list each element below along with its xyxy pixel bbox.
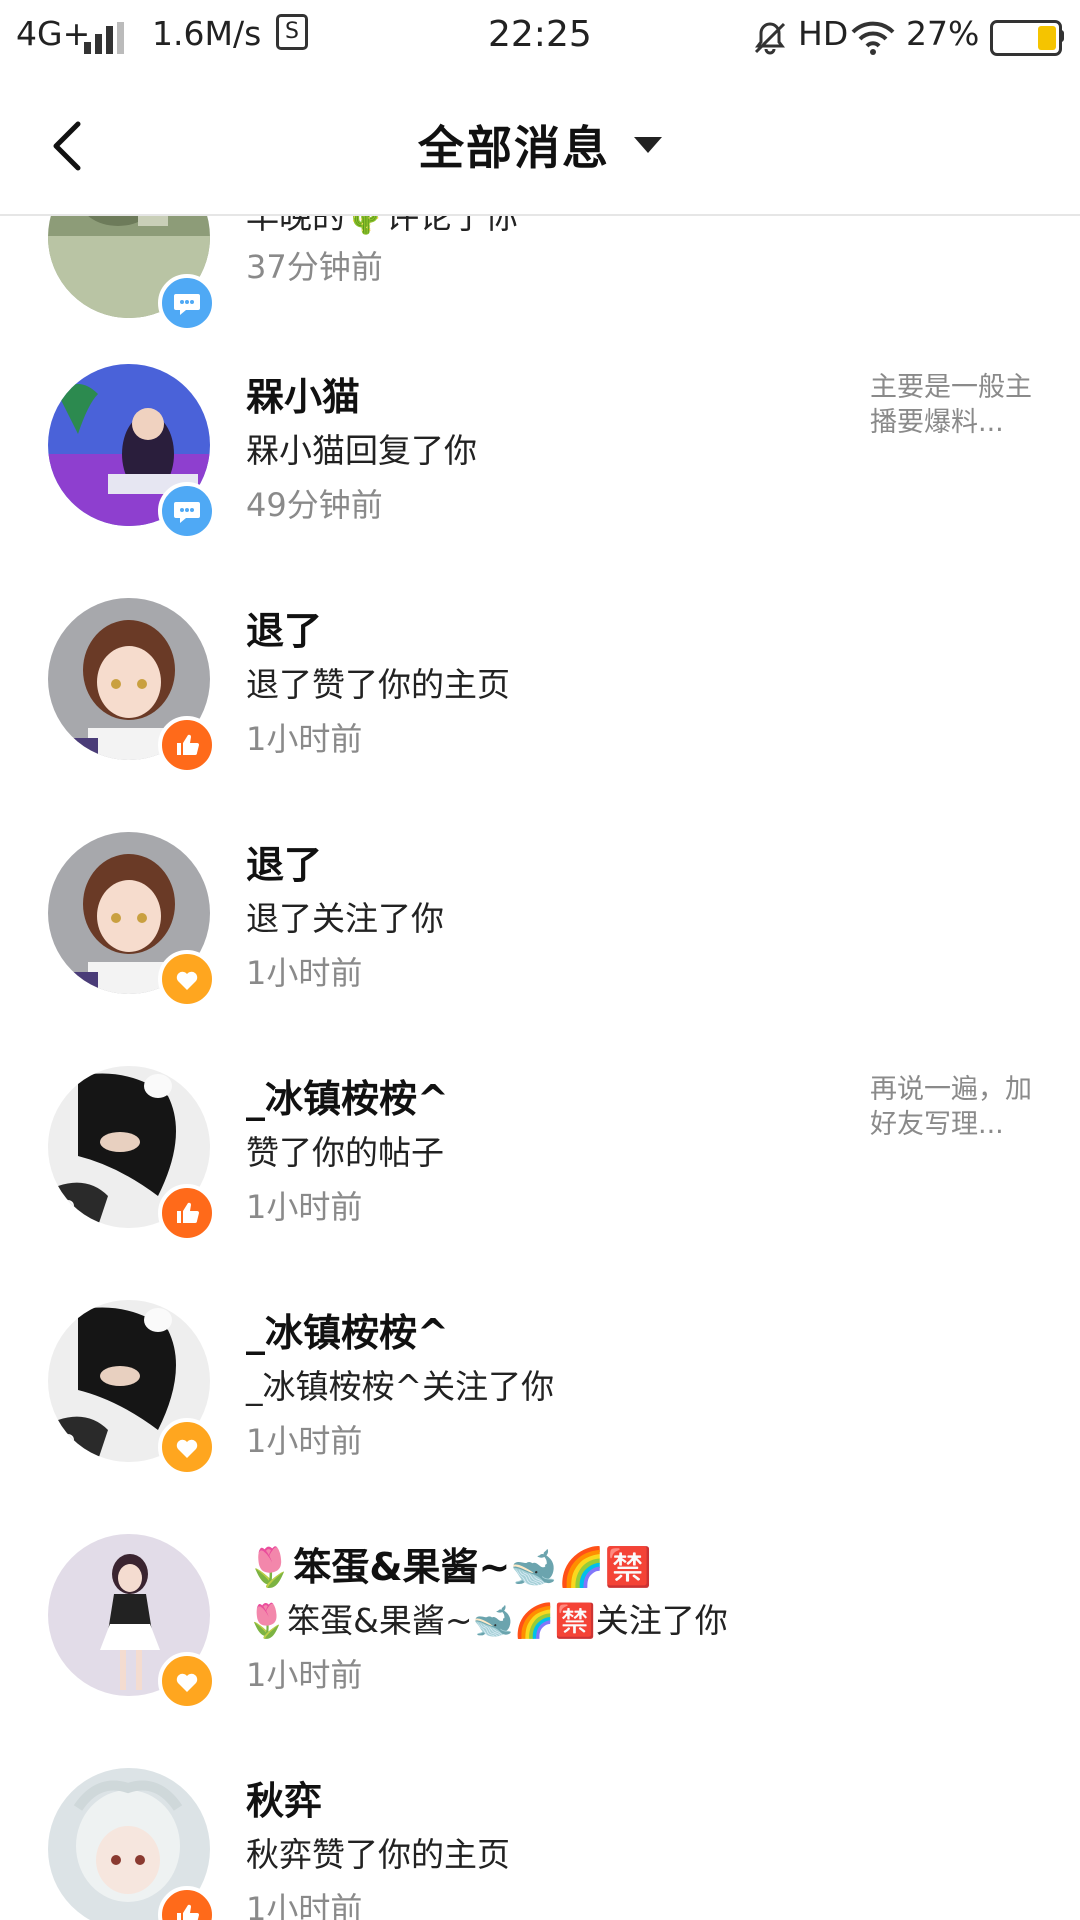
- notification-action: 赞了你的帖子: [246, 1133, 444, 1172]
- notification-username[interactable]: 秋弈: [246, 1770, 322, 1825]
- list-item[interactable]: _冰镇桉桉^ _冰镇桉桉^关注了你 1小时前: [0, 1300, 1080, 1534]
- list-item[interactable]: 秋弈 秋弈赞了你的主页 1小时前: [0, 1768, 1080, 1920]
- hd-indicator: HD: [798, 14, 849, 53]
- network-speed: 1.6M/s: [152, 14, 262, 53]
- notification-time: 1小时前: [246, 1656, 363, 1694]
- notification-time: 1小时前: [246, 720, 363, 758]
- notification-list[interactable]: 早晚的🌵评论了你 37分钟前 槑小猫 槑小猫回复了你 49分钟前 主要是一般主播…: [0, 0, 1080, 1920]
- network-type: 4G+: [16, 14, 91, 53]
- notification-action: 退了关注了你: [246, 899, 444, 938]
- notification-time: 1小时前: [246, 954, 363, 992]
- battery-icon: [990, 20, 1062, 56]
- back-arrow-icon[interactable]: [40, 114, 100, 178]
- list-item[interactable]: 🌷笨蛋&果酱~🐋🌈🈲 🌷笨蛋&果酱~🐋🌈🈲关注了你 1小时前: [0, 1534, 1080, 1768]
- notification-action: _冰镇桉桉^关注了你: [246, 1367, 555, 1406]
- notification-action: 🌷笨蛋&果酱~🐋🌈🈲关注了你: [246, 1601, 728, 1640]
- list-item[interactable]: 槑小猫 槑小猫回复了你 49分钟前 主要是一般主播要爆料...: [0, 364, 1080, 598]
- status-bar: 4G+ 1.6M/s S 22:25 HD 27%: [0, 0, 1080, 76]
- page-title: 全部消息: [418, 121, 610, 175]
- notification-username[interactable]: 退了: [246, 834, 322, 889]
- notification-username[interactable]: 退了: [246, 600, 322, 655]
- chevron-down-icon: [634, 137, 662, 153]
- notification-action: 槑小猫回复了你: [246, 431, 477, 470]
- notification-time: 37分钟前: [246, 248, 383, 286]
- message-filter-dropdown[interactable]: 全部消息: [418, 112, 662, 178]
- heart-icon: [158, 1418, 216, 1476]
- comment-icon: [158, 274, 216, 332]
- notification-action: 秋弈赞了你的主页: [246, 1835, 510, 1874]
- list-item[interactable]: 退了 退了赞了你的主页 1小时前: [0, 598, 1080, 832]
- notification-preview[interactable]: 再说一遍，加好友写理...: [870, 1072, 1040, 1142]
- notification-username[interactable]: _冰镇桉桉^: [246, 1302, 449, 1357]
- notification-time: 1小时前: [246, 1890, 363, 1920]
- notification-time: 1小时前: [246, 1422, 363, 1460]
- notification-username[interactable]: 槑小猫: [246, 366, 360, 421]
- notification-time: 49分钟前: [246, 486, 383, 524]
- top-app-bar: 全部消息: [0, 76, 1080, 216]
- comment-icon: [158, 482, 216, 540]
- clock: 22:25: [488, 14, 592, 55]
- heart-icon: [158, 950, 216, 1008]
- thumbs-up-icon: [158, 716, 216, 774]
- heart-icon: [158, 1652, 216, 1710]
- notification-username[interactable]: _冰镇桉桉^: [246, 1068, 449, 1123]
- notification-username[interactable]: 🌷笨蛋&果酱~🐋🌈🈲: [246, 1536, 652, 1591]
- thumbs-up-icon: [158, 1184, 216, 1242]
- wifi-icon: [851, 21, 895, 55]
- notification-preview[interactable]: 主要是一般主播要爆料...: [870, 370, 1040, 440]
- battery-cap: [1059, 30, 1064, 42]
- s-icon: S: [276, 14, 308, 50]
- mute-bell-icon: [754, 22, 786, 55]
- signal-icon: [84, 22, 130, 54]
- list-item[interactable]: _冰镇桉桉^ 赞了你的帖子 1小时前 再说一遍，加好友写理...: [0, 1066, 1080, 1300]
- notification-time: 1小时前: [246, 1188, 363, 1226]
- list-item[interactable]: 退了 退了关注了你 1小时前: [0, 832, 1080, 1066]
- notification-action: 退了赞了你的主页: [246, 665, 510, 704]
- battery-percent: 27%: [906, 14, 980, 53]
